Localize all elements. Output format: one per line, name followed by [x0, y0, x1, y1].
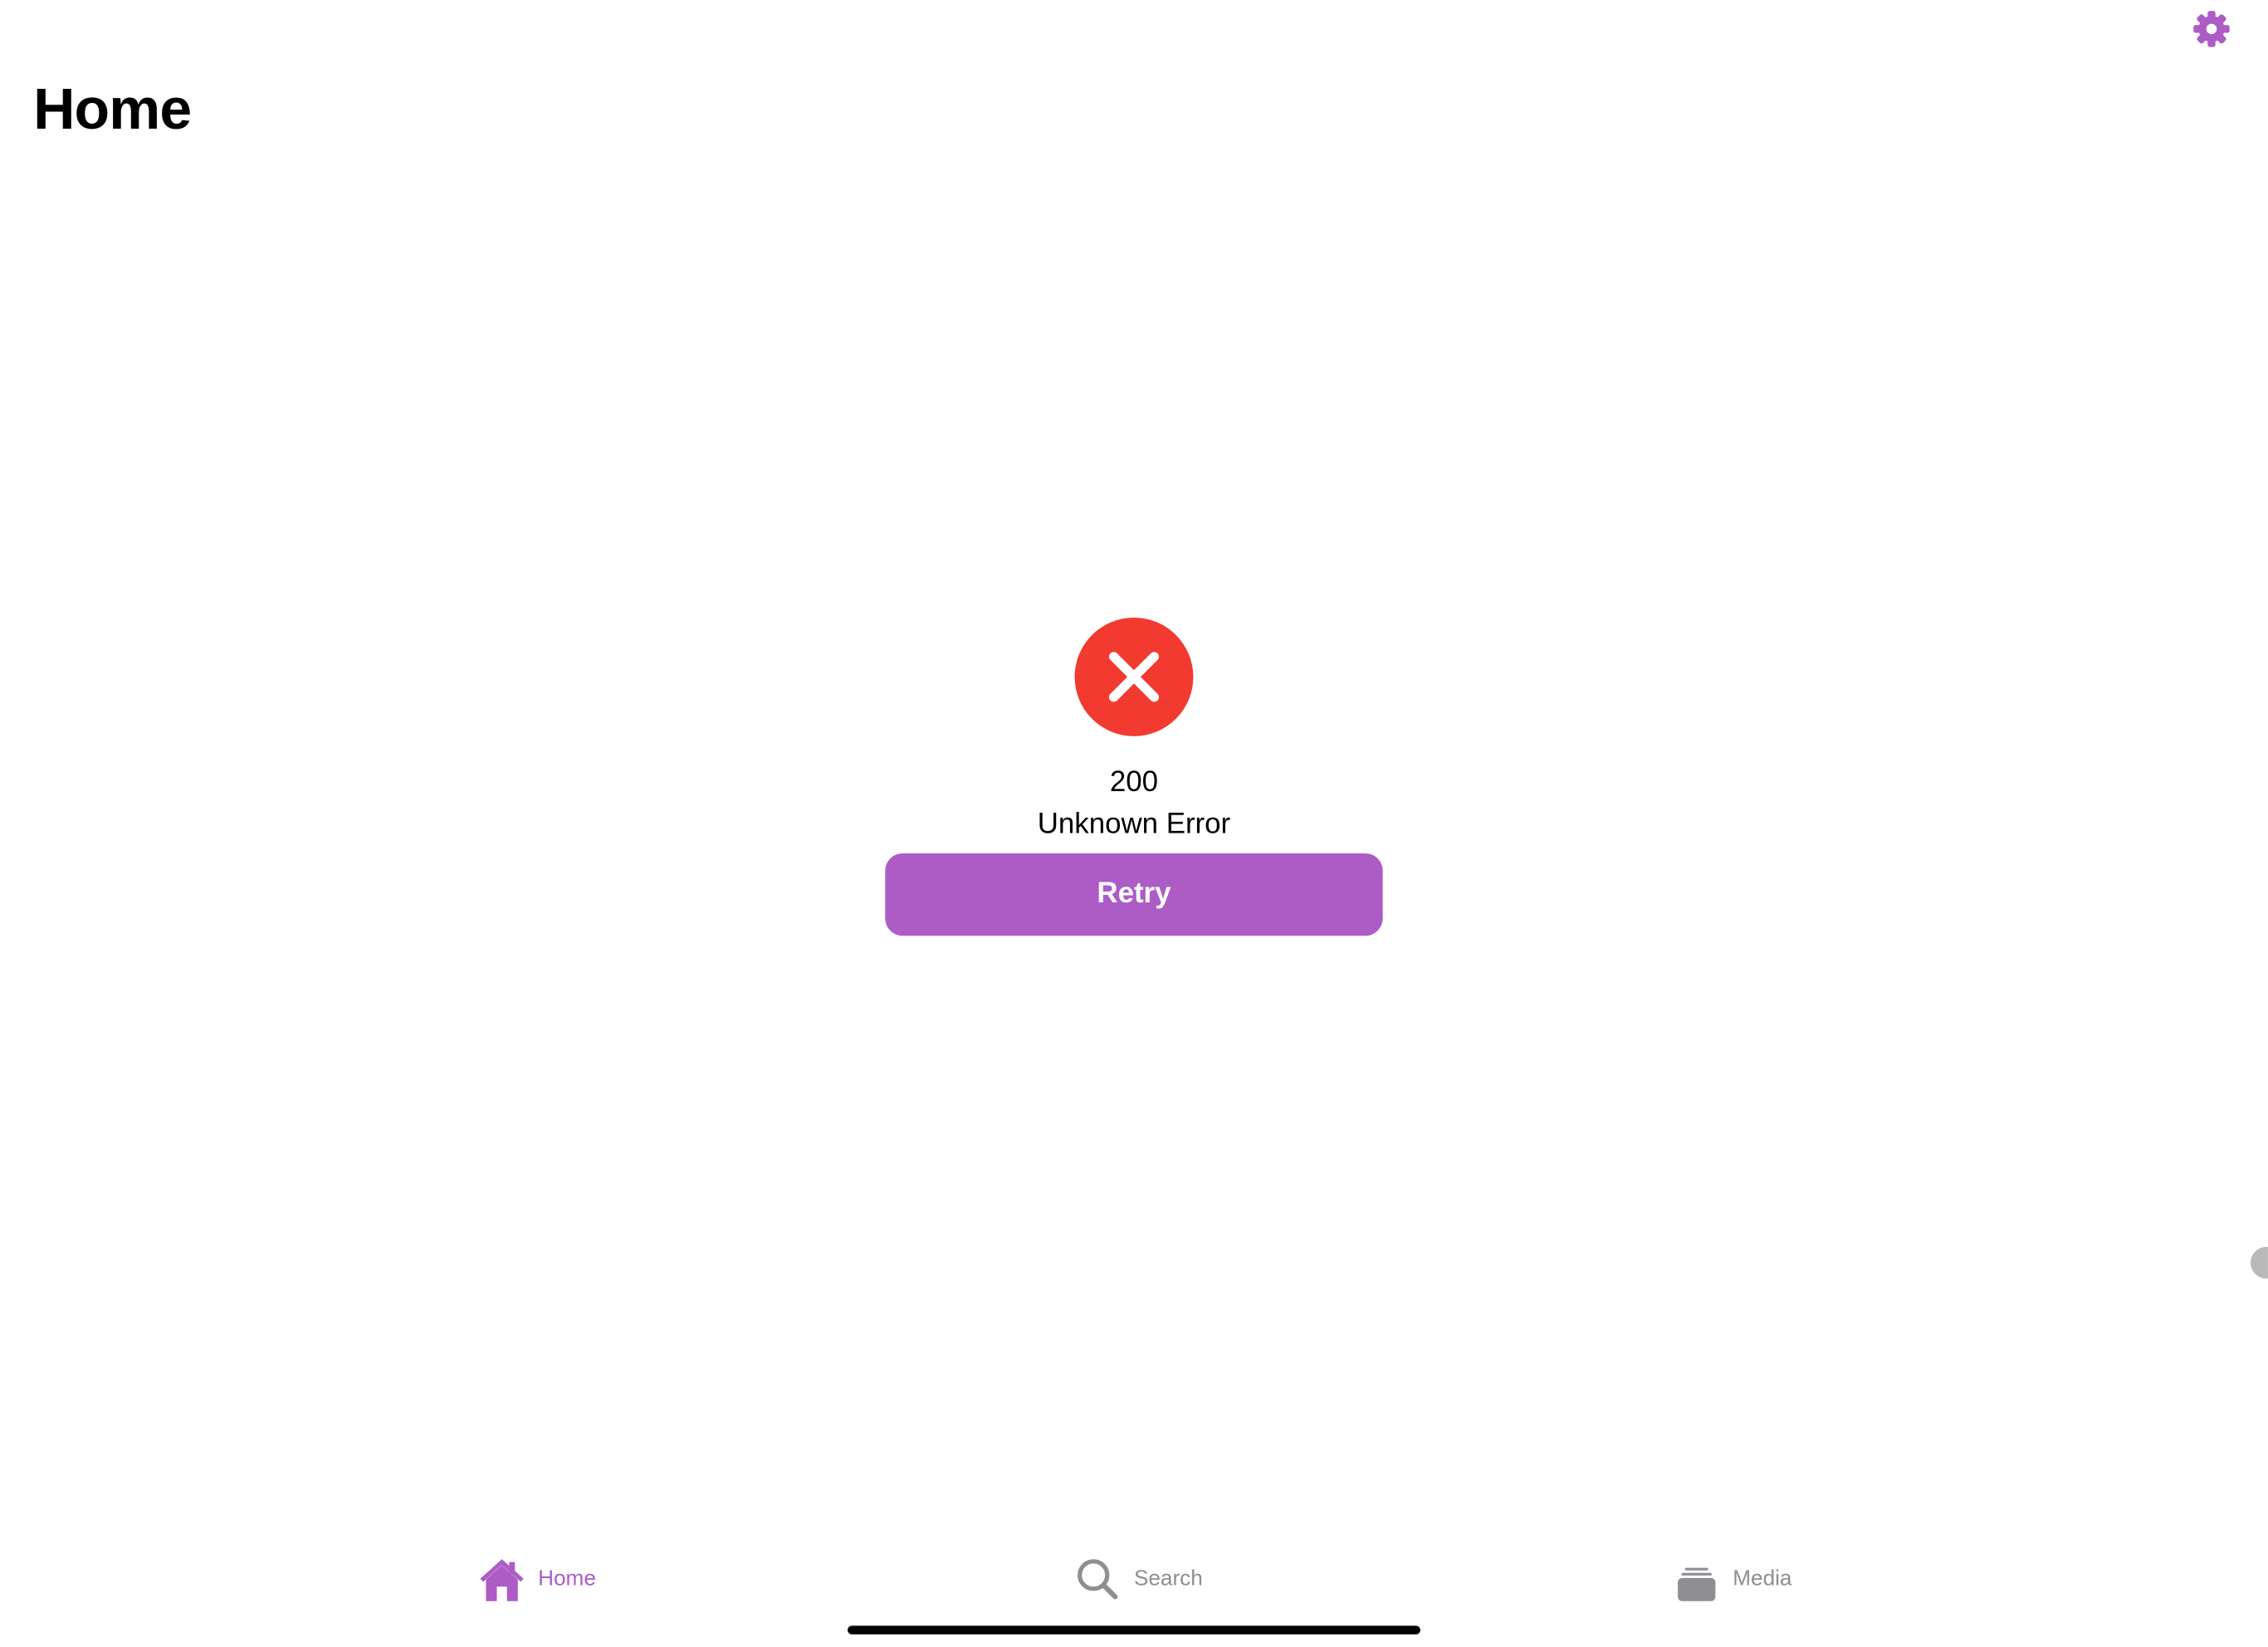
tab-home-label: Home	[538, 1566, 596, 1591]
media-stack-icon	[1678, 1567, 1716, 1601]
settings-button[interactable]	[2192, 8, 2232, 49]
gear-icon	[2193, 11, 2230, 47]
xmark-circle-icon	[1074, 617, 1194, 736]
error-message: Unknown Error	[1037, 808, 1231, 841]
tab-media[interactable]: Media	[1672, 1547, 1791, 1611]
home-indicator	[847, 1625, 1420, 1635]
magnifying-glass-icon	[1078, 1559, 1118, 1600]
tab-search[interactable]: Search	[1073, 1547, 1203, 1611]
side-drag-handle[interactable]	[2251, 1246, 2268, 1279]
tab-search-label: Search	[1133, 1566, 1203, 1591]
error-state: 200 Unknown Error	[0, 616, 2268, 843]
page-title: Home	[33, 78, 192, 142]
error-code: 200	[1109, 766, 1159, 799]
tab-media-label: Media	[1733, 1566, 1792, 1591]
app-screen: Home 200 Unknown Error Retry Home Search…	[0, 0, 2268, 1647]
retry-button[interactable]: Retry	[885, 853, 1383, 936]
tab-home[interactable]: Home	[477, 1547, 596, 1611]
house-icon	[480, 1559, 524, 1601]
tab-bar: Home Search Media	[0, 1547, 2268, 1620]
